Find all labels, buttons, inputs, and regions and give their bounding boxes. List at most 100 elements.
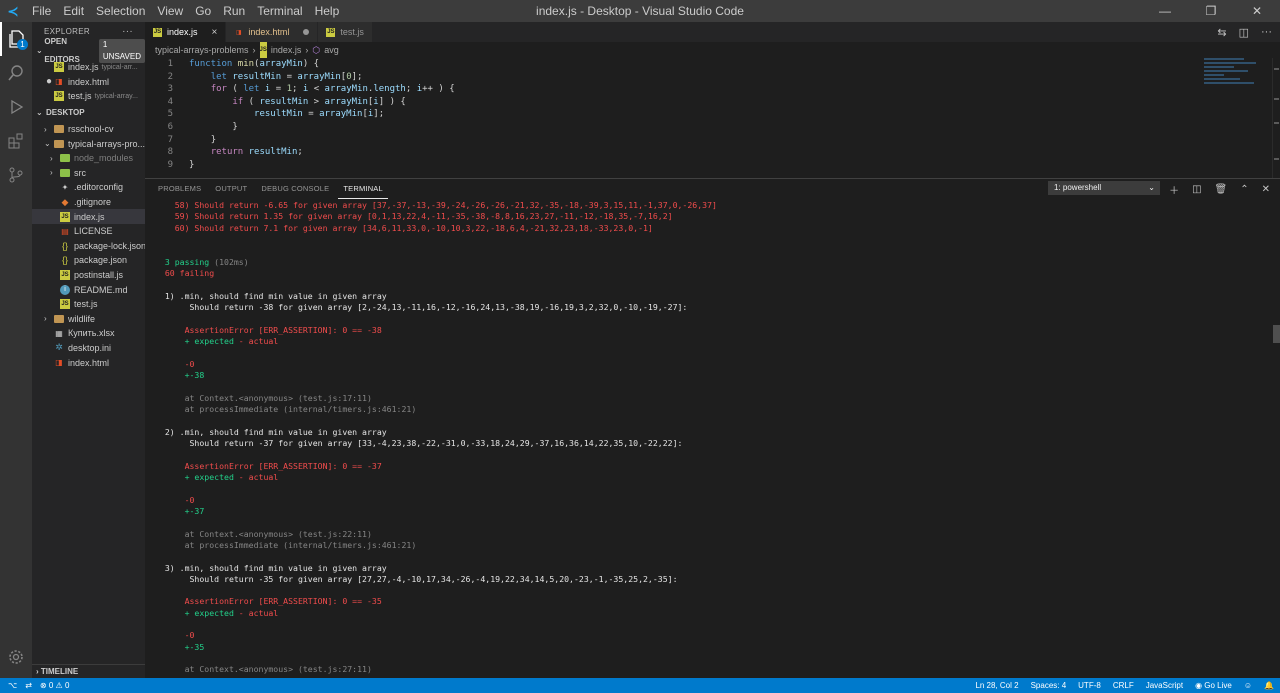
source-control-icon[interactable] — [0, 158, 32, 192]
extensions-icon[interactable] — [0, 124, 32, 158]
code-line[interactable]: 1 function min(arrayMin) { — [145, 58, 1185, 71]
code-line[interactable]: 4 if ( resultMin > arrayMin[i] ) { — [145, 96, 1185, 109]
tree-item[interactable]: › rsschool-cv — [32, 122, 145, 137]
menu-item-help[interactable]: Help — [309, 0, 346, 22]
explorer-icon[interactable]: 1 — [0, 22, 32, 56]
timeline-section[interactable]: › TIMELINE — [32, 664, 145, 678]
tab-index-js[interactable]: JS index.js × — [145, 22, 227, 42]
tree-item[interactable]: i README.md — [32, 282, 145, 297]
close-window-icon[interactable]: ✕ — [1234, 0, 1280, 22]
tree-item[interactable]: JS test.js — [32, 297, 145, 312]
code-line[interactable]: 3 for ( let i = 1; i < arrayMin.length; … — [145, 83, 1185, 96]
close-panel-icon[interactable]: ✕ — [1262, 184, 1270, 195]
tree-item[interactable]: {} package-lock.json — [32, 239, 145, 254]
activity-bar: 1 — [0, 22, 32, 678]
search-icon[interactable] — [0, 56, 32, 90]
tree-item[interactable]: ◆ .gitignore — [32, 195, 145, 210]
tab-label: test.js — [340, 27, 364, 37]
tree-item-name: .gitignore — [74, 197, 112, 208]
notifications-icon[interactable]: 🔔 — [1264, 681, 1274, 690]
line-number: 7 — [167, 134, 173, 145]
close-tab-icon[interactable]: × — [212, 27, 218, 38]
settings-gear-icon[interactable] — [0, 640, 32, 674]
terminal-output[interactable]: 58) Should return -6.65 for given array … — [155, 200, 1265, 678]
error-icon: ⊗ — [39, 681, 47, 690]
code-line[interactable]: 6 } — [145, 121, 1185, 134]
desktop-section[interactable]: ⌄ DESKTOP — [32, 104, 145, 122]
code-text: if ( resultMin > arrayMin[i] ) { — [232, 96, 406, 107]
panel-tab-problems[interactable]: PROBLEMS — [153, 179, 206, 199]
restore-icon[interactable]: ❐ — [1188, 0, 1234, 22]
panel-tab-output[interactable]: OUTPUT — [210, 179, 252, 199]
maximize-panel-icon[interactable]: ⌃ — [1240, 184, 1248, 195]
tree-item[interactable]: ▤ LICENSE — [32, 224, 145, 239]
more-actions-icon[interactable]: ··· — [122, 22, 133, 42]
tab-index-html[interactable]: ◨ index.html — [226, 22, 319, 42]
open-changes-icon[interactable]: ⇆ — [1217, 26, 1226, 39]
run-debug-icon[interactable] — [0, 90, 32, 124]
more-actions-icon[interactable]: ··· — [1261, 26, 1272, 38]
tree-item[interactable]: › src — [32, 166, 145, 181]
menu-item-edit[interactable]: Edit — [57, 0, 90, 22]
terminal-text: -0 — [155, 358, 195, 369]
tree-item[interactable]: ✲ desktop.ini — [32, 341, 145, 356]
problems-indicator[interactable]: ⊗ 0 ⚠ 0 — [40, 681, 69, 690]
menu-item-go[interactable]: Go — [189, 0, 217, 22]
code-line[interactable]: 9} — [145, 159, 1185, 172]
code-text: return resultMin; — [210, 147, 303, 158]
menu-item-terminal[interactable]: Terminal — [251, 0, 308, 22]
panel-tab-debug-console[interactable]: DEBUG CONSOLE — [256, 179, 334, 199]
code-line[interactable]: 5 resultMin = arrayMin[i]; — [145, 108, 1185, 121]
terminal-scrollbar[interactable] — [1273, 325, 1280, 343]
minimize-icon[interactable]: — — [1142, 0, 1188, 22]
tree-item[interactable]: ▦ Купить.xlsx — [32, 326, 145, 341]
remote-icon[interactable]: ⌥ — [8, 681, 17, 690]
code-text: } — [232, 121, 238, 132]
breadcrumb-item[interactable]: avg — [324, 42, 339, 58]
terminal-line: +-38 — [155, 370, 1265, 381]
feedback-icon[interactable]: ☺ — [1244, 681, 1252, 690]
split-terminal-icon[interactable]: ◫ — [1192, 184, 1201, 195]
go-live-button[interactable]: ◉ Go Live — [1195, 681, 1232, 690]
menu-item-file[interactable]: File — [26, 0, 57, 22]
code-view[interactable]: 1 function min(arrayMin) {2 let resultMin… — [145, 58, 1185, 178]
tree-item[interactable]: ◨ index.html — [32, 355, 145, 370]
cursor-position[interactable]: Ln 28, Col 2 — [975, 681, 1018, 690]
tree-item[interactable]: JS index.js — [32, 209, 145, 224]
minimap[interactable] — [1204, 58, 1266, 108]
language-mode[interactable]: JavaScript — [1146, 681, 1183, 690]
editor-scrollbar[interactable] — [1272, 58, 1280, 178]
encoding[interactable]: UTF-8 — [1078, 681, 1101, 690]
menu-item-view[interactable]: View — [151, 0, 189, 22]
folder-icon — [60, 154, 70, 163]
code-line[interactable]: 7 } — [145, 134, 1185, 147]
menu-item-run[interactable]: Run — [217, 0, 251, 22]
breadcrumb-item[interactable]: typical-arrays-problems — [155, 42, 249, 58]
live-share-icon[interactable]: ⇄ — [25, 681, 32, 690]
code-line[interactable]: 2 let resultMin = arrayMin[0]; — [145, 71, 1185, 84]
panel-tab-terminal[interactable]: TERMINAL — [338, 179, 388, 199]
kill-terminal-icon[interactable]: 🗑 — [1215, 184, 1228, 195]
tree-item[interactable]: › node_modules — [32, 151, 145, 166]
code-line[interactable]: 8 return resultMin; — [145, 146, 1185, 159]
new-terminal-icon[interactable]: ＋ — [1169, 182, 1179, 197]
line-endings[interactable]: CRLF — [1113, 681, 1134, 690]
split-editor-icon[interactable]: ◫ — [1239, 26, 1249, 39]
tree-item[interactable]: {} package.json — [32, 253, 145, 268]
tree-item-name: typical-arrays-pro... — [68, 138, 145, 149]
tree-item[interactable]: ⌄ typical-arrays-pro... — [32, 136, 145, 151]
open-editors-section[interactable]: ⌄ OPEN EDITORS 1 UNSAVED — [32, 37, 145, 64]
terminal-selector[interactable]: 1: powershell ⌄ — [1048, 181, 1160, 195]
open-editor-item[interactable]: JS test.js typical-array... — [32, 89, 145, 104]
chevron-right-icon: › — [305, 45, 309, 55]
tree-item[interactable]: › wildlife — [32, 312, 145, 327]
modified-dot-icon[interactable] — [303, 29, 310, 35]
tree-item[interactable]: ✦ .editorconfig — [32, 180, 145, 195]
indentation[interactable]: Spaces: 4 — [1031, 681, 1067, 690]
menu-item-selection[interactable]: Selection — [90, 0, 151, 22]
open-editor-name: index.html — [68, 76, 110, 87]
breadcrumb-item[interactable]: index.js — [271, 42, 302, 58]
tab-test-js[interactable]: JS test.js — [318, 22, 373, 42]
open-editor-item[interactable]: ● ◨ index.html — [32, 75, 145, 90]
tree-item[interactable]: JS postinstall.js — [32, 268, 145, 283]
